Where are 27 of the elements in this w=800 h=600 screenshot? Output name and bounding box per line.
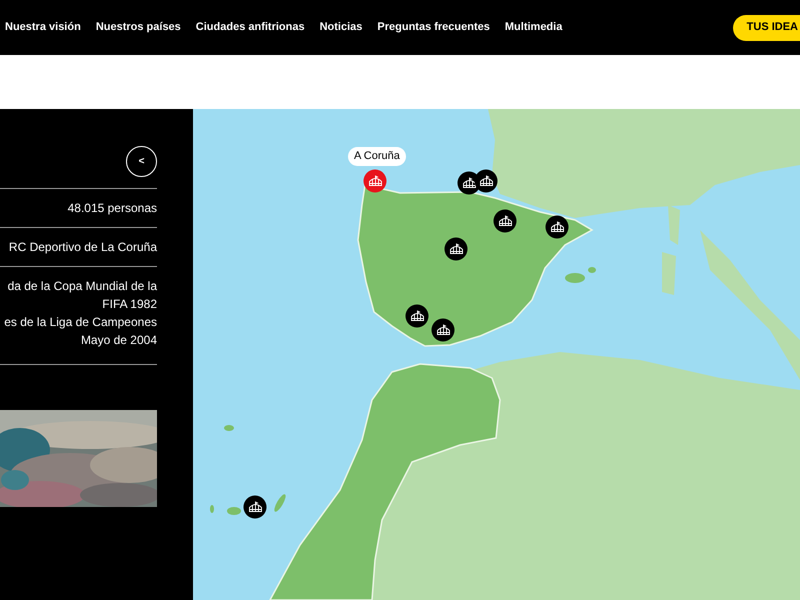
info-text: da de la Copa Mundial de la: [8, 278, 157, 295]
info-text: RC Deportivo de La Coruña: [8, 239, 157, 256]
city-label: A Coruña: [348, 147, 406, 166]
stadium-icon: [368, 175, 382, 187]
stadium-marker[interactable]: [244, 496, 266, 518]
stadium-icon: [436, 324, 450, 336]
nav-link[interactable]: Preguntas frecuentes: [377, 19, 490, 36]
nav-link[interactable]: Nuestra visión: [5, 19, 81, 36]
stadium-icon: [248, 501, 262, 513]
nav-link[interactable]: Multimedia: [504, 19, 562, 36]
nav-link[interactable]: Nuestros países: [96, 19, 181, 36]
nav-link[interactable]: Noticias: [320, 19, 362, 36]
stadium-icon: [410, 310, 424, 322]
info-text: 48.015 personas: [68, 200, 157, 217]
stadium-icon: [449, 243, 463, 255]
nav-link[interactable]: Ciudades anfitrionas: [196, 19, 305, 36]
cta-button[interactable]: TUS IDEA: [732, 14, 800, 40]
stadium-marker[interactable]: [364, 170, 386, 192]
info-text: es de la Liga de Campeones: [4, 314, 157, 331]
stadium-marker[interactable]: [474, 170, 498, 192]
info-text: Mayo de 2004: [80, 332, 157, 349]
stadium-icon: [498, 215, 512, 227]
stadium-icon: [550, 221, 564, 233]
info-text: FIFA 1982: [102, 296, 157, 313]
back-button[interactable]: <: [126, 146, 157, 177]
stadium-icon: [462, 177, 476, 189]
stadium-icon: [479, 175, 493, 187]
